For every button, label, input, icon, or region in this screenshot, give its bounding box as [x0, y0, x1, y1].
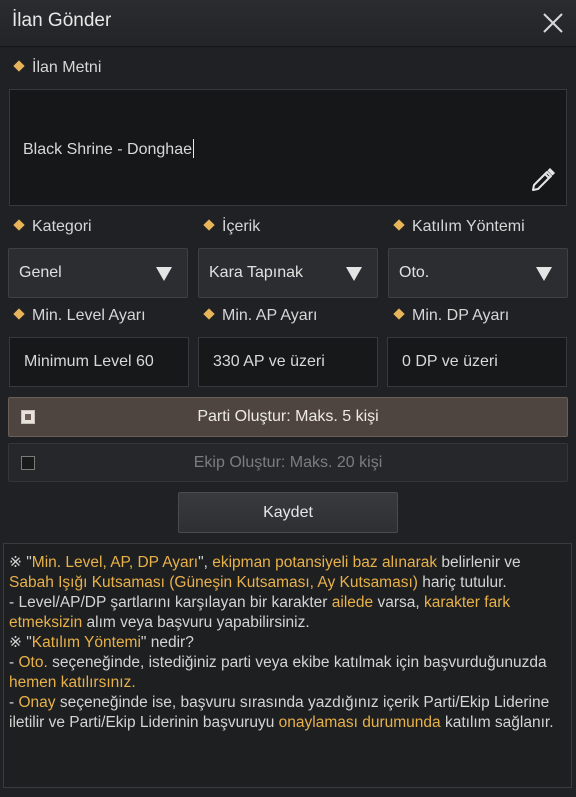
info-paragraph: - Oto. seçeneğinde, istediğiniz parti ve… [9, 654, 547, 691]
ad-text-input[interactable]: Black Shrine - Donghae [9, 89, 567, 206]
pencil-icon[interactable] [528, 165, 558, 195]
squad-option[interactable]: Ekip Oluştur: Maks. 20 kişi [8, 443, 568, 482]
info-paragraph: ※ "Min. Level, AP, DP Ayarı", ekipman po… [9, 554, 521, 591]
min-ap-value: 330 AP ve üzeri [213, 353, 325, 370]
window-title: İlan Gönder [12, 10, 112, 31]
dropdown-arrow-icon [346, 267, 362, 281]
content-select[interactable]: Kara Tapınak [198, 248, 378, 298]
dropdown-arrow-icon [156, 267, 172, 281]
text-caret [192, 139, 194, 158]
party-option[interactable]: Parti Oluştur: Maks. 5 kişi [8, 397, 568, 437]
join-method-value: Oto. [399, 264, 430, 281]
ad-text-label: İlan Metni [13, 59, 101, 77]
diamond-icon [203, 308, 215, 320]
category-value: Genel [19, 264, 62, 281]
join-method-select[interactable]: Oto. [388, 248, 568, 298]
dropdown-arrow-icon [536, 267, 552, 281]
min-level-label: Min. Level Ayarı [13, 307, 146, 325]
min-dp-label: Min. DP Ayarı [393, 307, 509, 325]
content-label: İçerik [203, 218, 260, 236]
min-dp-input[interactable]: 0 DP ve üzeri [387, 337, 567, 387]
ad-text-value: Black Shrine - Donghae [23, 141, 192, 158]
min-dp-value: 0 DP ve üzeri [402, 353, 498, 370]
info-paragraph: - Level/AP/DP şartlarını karşılayan bir … [9, 594, 511, 631]
save-button[interactable]: Kaydet [178, 492, 398, 533]
min-level-value: Minimum Level 60 [24, 353, 154, 370]
info-paragraph: ※ "Katılım Yöntemi" nedir? [9, 634, 194, 651]
squad-option-label: Ekip Oluştur: Maks. 20 kişi [193, 454, 383, 471]
category-label: Kategori [13, 218, 92, 236]
diamond-icon [393, 219, 405, 231]
join-method-label: Katılım Yöntemi [393, 218, 525, 236]
diamond-icon [13, 308, 25, 320]
diamond-icon [393, 308, 405, 320]
close-icon[interactable] [540, 10, 566, 36]
min-level-input[interactable]: Minimum Level 60 [9, 337, 189, 387]
diamond-icon [13, 219, 25, 231]
min-ap-input[interactable]: 330 AP ve üzeri [198, 337, 378, 387]
min-ap-label: Min. AP Ayarı [203, 307, 317, 325]
content-value: Kara Tapınak [209, 264, 303, 281]
info-panel: ※ "Min. Level, AP, DP Ayarı", ekipman po… [3, 543, 572, 788]
title-bar: İlan Gönder [0, 0, 576, 47]
info-paragraph: - Onay seçeneğinde ise, başvuru sırasınd… [9, 694, 554, 731]
diamond-icon [203, 219, 215, 231]
category-select[interactable]: Genel [8, 248, 188, 298]
diamond-icon [13, 60, 25, 72]
party-option-label: Parti Oluştur: Maks. 5 kişi [197, 408, 379, 425]
